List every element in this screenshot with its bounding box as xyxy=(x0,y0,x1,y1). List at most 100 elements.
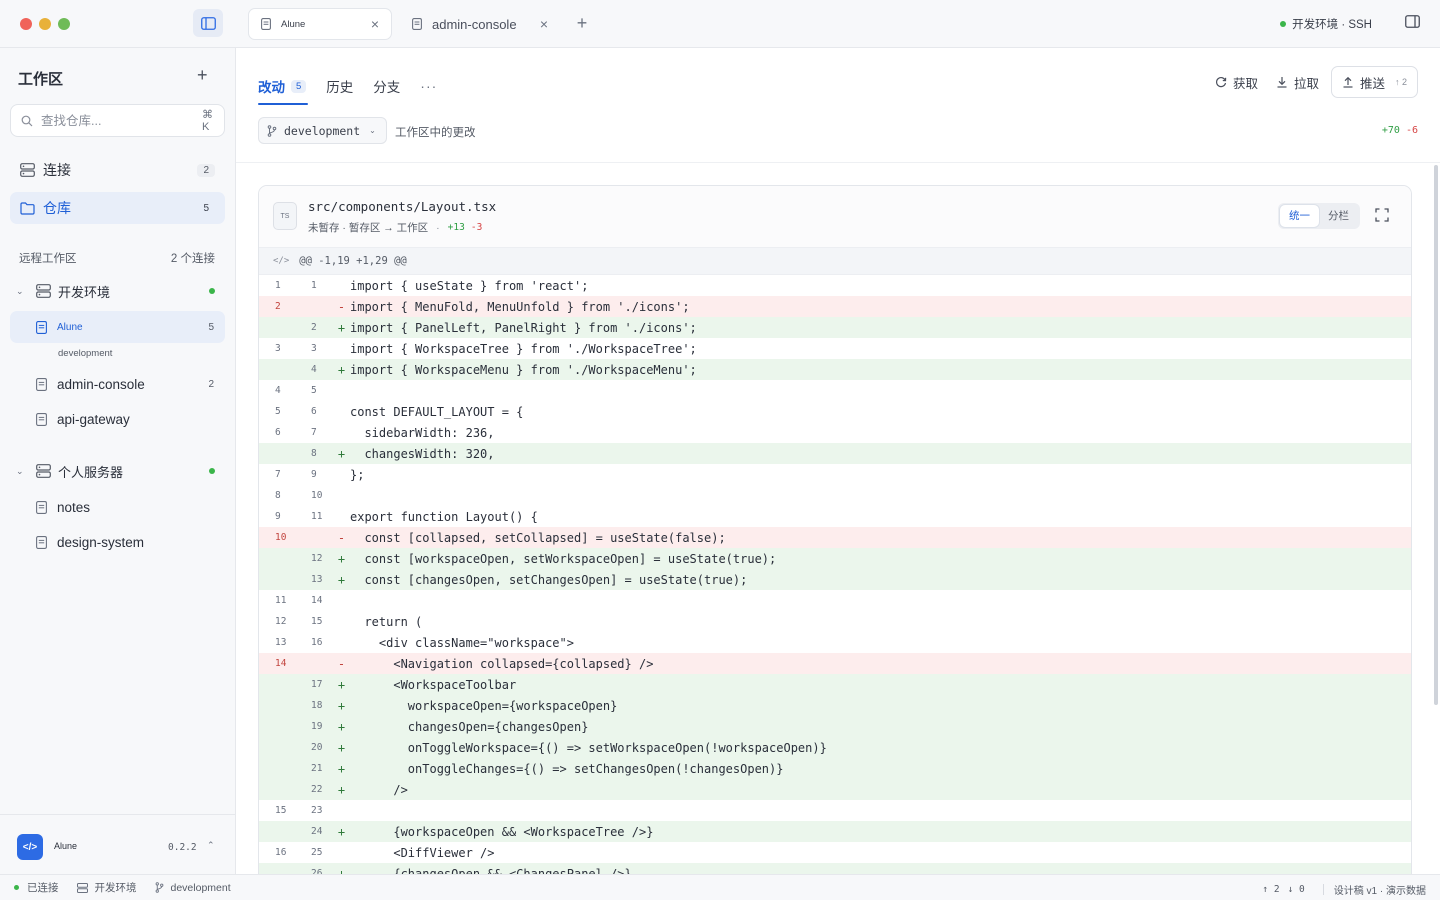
changes-subtitle: 工作区中的更改 xyxy=(395,127,476,139)
app-name: Alune xyxy=(54,841,78,851)
new-line-number: 3 xyxy=(311,343,317,354)
push-button[interactable]: 推送 ↑ 2 xyxy=(1330,66,1418,98)
new-line-number: 16 xyxy=(311,637,323,648)
diff-file-header: TS src/components/Layout.tsx 未暂存 · 暂存区 →… xyxy=(259,186,1411,248)
repo-item-admin-console[interactable]: admin-console 2 xyxy=(10,368,225,400)
server-icon xyxy=(36,284,51,298)
new-tab-button[interactable]: + xyxy=(572,12,592,34)
repo-count: 5 xyxy=(208,321,214,333)
nav-count: 5 xyxy=(203,202,209,214)
status-right: ↑ 2 ↓ 0 设计稿 v1 · 演示数据 xyxy=(1262,882,1426,897)
new-line-number: 5 xyxy=(311,385,317,396)
header-divider xyxy=(236,162,1440,163)
tab-admin-console[interactable]: admin-console × xyxy=(400,8,560,40)
status-dot xyxy=(1280,21,1287,27)
pull-button[interactable]: 拉取 xyxy=(1276,73,1319,92)
old-line-number: 4 xyxy=(275,385,281,396)
repo-item-api-gateway[interactable]: api-gateway xyxy=(10,403,225,435)
diff-line: 11 14 xyxy=(259,590,1411,611)
environment-label: 开发环境 xyxy=(94,882,137,894)
diff-line-added: 2 + import { PanelLeft, PanelRight } from … xyxy=(259,317,1411,338)
diff-line-deleted: 2 - import { MenuFold, MenuUnfold } from '… xyxy=(259,296,1411,317)
old-line-number: 11 xyxy=(275,595,287,606)
repo-item-design-system[interactable]: design-system xyxy=(10,526,225,558)
search-shortcut: ⌘ K xyxy=(202,109,213,133)
old-line-number: 2 xyxy=(275,301,281,312)
diff-sign: + xyxy=(337,446,346,461)
window-minimize-button[interactable] xyxy=(39,18,51,30)
hunk-range: @@ -1,19 +1,29 @@ xyxy=(299,255,407,267)
search-icon xyxy=(21,115,33,127)
diff-sign: + xyxy=(337,782,346,797)
repo-item-notes[interactable]: notes xyxy=(10,491,225,523)
diff-sign: + xyxy=(337,824,346,839)
new-line-number: 15 xyxy=(311,616,323,627)
tab-branches[interactable]: 分支 xyxy=(373,72,400,100)
sidebar-toggle-button[interactable] xyxy=(193,9,223,37)
new-line-number: 19 xyxy=(311,721,323,732)
window-close-button[interactable] xyxy=(20,18,32,30)
diff-sign: + xyxy=(337,677,346,692)
diff-line: 9 11 export function Layout() { xyxy=(259,506,1411,527)
code-text: import { MenuFold, MenuUnfold } from './… xyxy=(350,299,690,314)
sidebar-item-connections[interactable]: 连接 2 xyxy=(10,154,225,186)
right-panel-toggle-button[interactable] xyxy=(1405,15,1420,28)
new-line-number: 21 xyxy=(311,763,323,774)
diff-sign: + xyxy=(337,362,346,377)
sidebar-footer[interactable]: </> Alune 0.2.2 ⌃ xyxy=(0,814,235,874)
nav-label: 连接 xyxy=(43,162,71,178)
new-line-number: 2 xyxy=(311,322,317,333)
environment-indicator[interactable]: 开发环境 xyxy=(59,880,137,895)
more-options-icon[interactable]: ··· xyxy=(420,72,437,100)
diff-line: 8 10 xyxy=(259,485,1411,506)
app-logo-icon: </> xyxy=(17,834,43,860)
status-divider xyxy=(1322,884,1324,895)
expand-icon[interactable] xyxy=(1375,208,1389,222)
tab-changes[interactable]: 改动 5 xyxy=(258,72,309,105)
code-text: {workspaceOpen && <WorkspaceTree />} xyxy=(350,824,654,839)
repo-label: design-system xyxy=(57,534,145,550)
new-line-number: 6 xyxy=(311,406,317,417)
tab-label: 分支 xyxy=(373,80,401,95)
group-dev-env[interactable]: ⌄ 开发环境 xyxy=(10,276,225,306)
tab-history[interactable]: 历史 xyxy=(326,72,353,100)
fetch-button[interactable]: 获取 xyxy=(1215,73,1258,92)
connection-count: 2 个连接 xyxy=(170,253,215,265)
old-line-number: 5 xyxy=(275,406,281,417)
scrollbar-thumb[interactable] xyxy=(1434,165,1438,705)
group-label: 开发环境 xyxy=(58,284,111,300)
connection-status: 已连接 xyxy=(0,880,59,895)
tab-alune[interactable]: Alune × xyxy=(248,8,392,40)
add-workspace-button[interactable]: + xyxy=(197,65,208,86)
total-deletions: -6 xyxy=(1405,125,1418,136)
new-line-number: 22 xyxy=(311,784,323,795)
group-personal-server[interactable]: ⌄ 个人服务器 xyxy=(10,456,225,486)
main-panel: 改动 5 历史 分支 ··· 获取 拉取 推送 ↑ 2 development … xyxy=(236,48,1440,885)
repo-item-alune[interactable]: Alune 5 xyxy=(10,311,225,343)
file-icon xyxy=(36,320,47,334)
diff-sign: + xyxy=(337,551,346,566)
unified-view-button[interactable]: 统一 xyxy=(1280,205,1319,227)
diff-line-added: 12 + const [workspaceOpen, setWorkspaceOp… xyxy=(259,548,1411,569)
code-text: return ( xyxy=(350,614,423,629)
push-label: 推送 xyxy=(1359,76,1385,91)
branch-indicator[interactable]: development xyxy=(137,882,231,894)
branch-selector[interactable]: development ⌄ xyxy=(258,117,387,144)
sidebar-item-repositories[interactable]: 仓库 5 xyxy=(10,192,225,224)
diff-line-added: 19 + changesOpen={changesOpen} xyxy=(259,716,1411,737)
diff-sign: - xyxy=(337,530,346,545)
diff-view-toggle: 统一 分栏 xyxy=(1278,203,1360,229)
chevron-down-icon: ⌄ xyxy=(369,126,376,135)
old-line-number: 13 xyxy=(275,637,287,648)
design-info: 设计稿 v1 · 演示数据 xyxy=(1333,886,1426,897)
close-icon[interactable]: × xyxy=(534,16,554,32)
meta-separator: · xyxy=(436,221,440,234)
close-icon[interactable]: × xyxy=(365,16,385,32)
window-zoom-button[interactable] xyxy=(58,18,70,30)
chevron-up-icon[interactable]: ⌃ xyxy=(207,840,215,851)
split-view-button[interactable]: 分栏 xyxy=(1319,205,1358,227)
diff-lines: 1 1 import { useState } from 'react'; 2- imp… xyxy=(259,275,1411,884)
chevron-down-icon: ⌄ xyxy=(16,285,24,296)
diff-line: 5 6 const DEFAULT_LAYOUT = { xyxy=(259,401,1411,422)
search-input[interactable] xyxy=(41,113,202,128)
